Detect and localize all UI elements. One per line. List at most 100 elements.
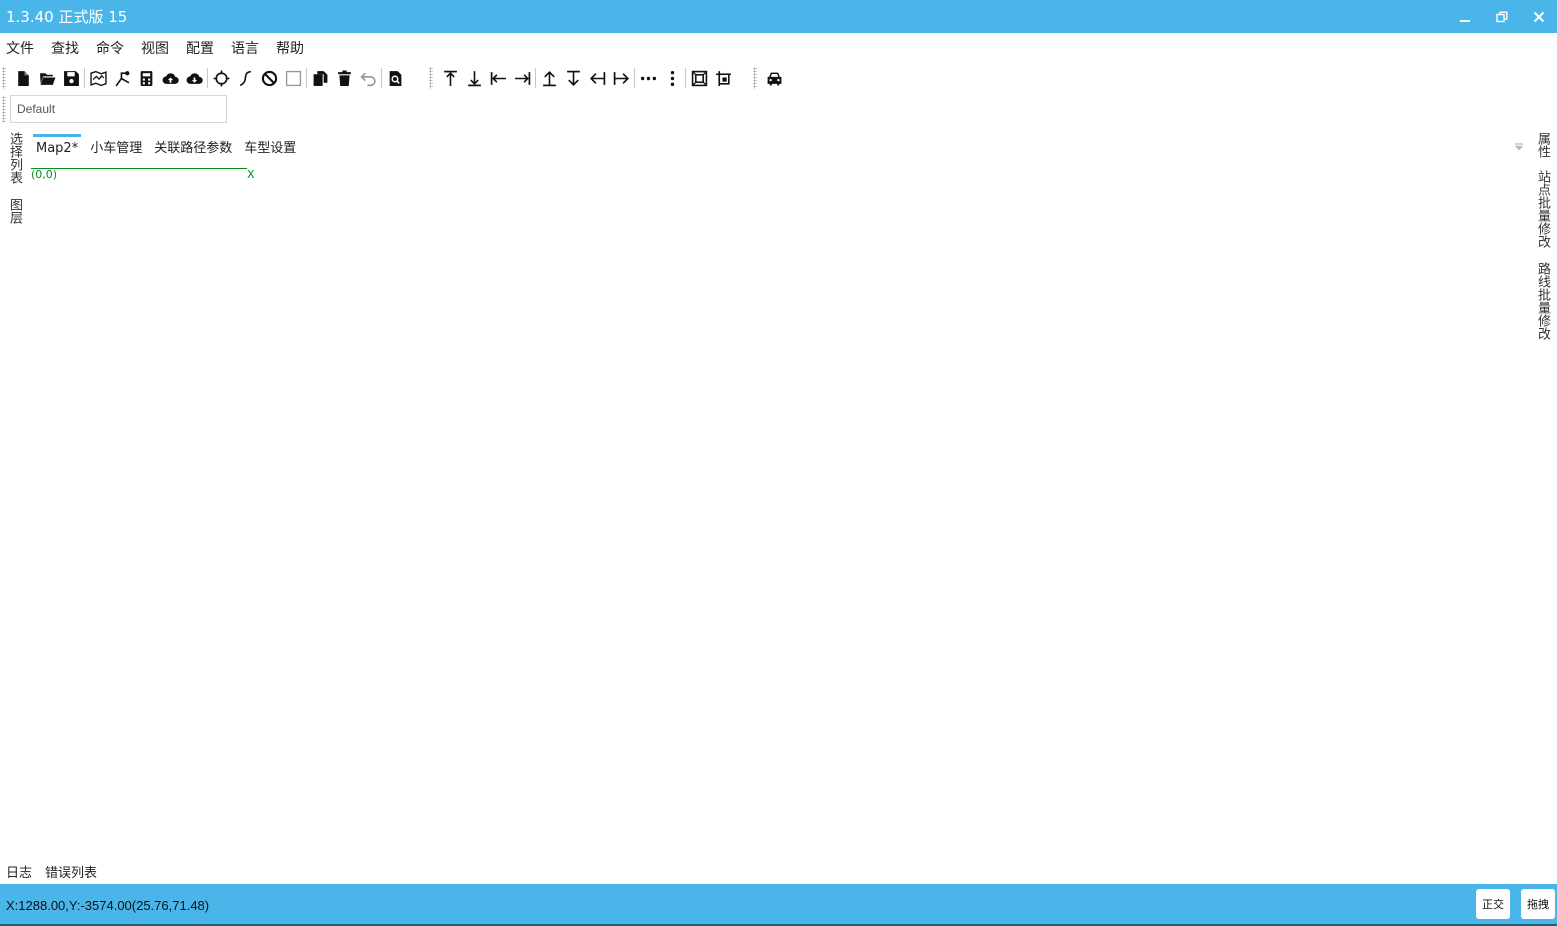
layers-tab[interactable]: 图层: [5, 198, 24, 224]
curve-button[interactable]: [233, 66, 257, 90]
ortho-toggle-button[interactable]: 正交: [1476, 889, 1510, 919]
new-file-button[interactable]: [11, 66, 35, 90]
calculator-button[interactable]: [134, 66, 158, 90]
open-folder-button[interactable]: [35, 66, 59, 90]
distribute-up-icon: [542, 70, 556, 86]
zoom-region-button[interactable]: [711, 66, 735, 90]
right-side-panel: 属性 站点批量修改 路线批量修改: [1533, 130, 1557, 360]
curve-icon: [239, 70, 251, 86]
title-bar: 1.3.40 正式版 15: [0, 0, 1557, 33]
cloud-upload-button[interactable]: [158, 66, 182, 90]
window-title: 1.3.40 正式版 15: [6, 8, 128, 26]
toolbar-grip[interactable]: [753, 67, 757, 89]
drag-toggle-button[interactable]: 拖拽: [1521, 889, 1555, 919]
error-list-tab[interactable]: 错误列表: [45, 862, 97, 881]
menu-language[interactable]: 语言: [231, 38, 259, 58]
distribute-down-icon: [566, 70, 580, 86]
toolbar-grip[interactable]: [2, 96, 6, 122]
menu-command[interactable]: 命令: [96, 38, 124, 58]
new-file-icon: [17, 70, 29, 86]
distribute-right-button[interactable]: [609, 66, 633, 90]
toolbar-grip[interactable]: [2, 67, 6, 89]
search-doc-button[interactable]: [383, 66, 407, 90]
menu-help[interactable]: 帮助: [276, 38, 304, 58]
toolbar-separator: [685, 68, 686, 88]
car-icon: [767, 72, 781, 85]
copy-icon: [313, 70, 327, 86]
save-button[interactable]: [59, 66, 83, 90]
more-vertical-button[interactable]: [660, 66, 684, 90]
path-tool-icon: [114, 70, 129, 86]
cloud-download-button[interactable]: [182, 66, 206, 90]
cursor-coordinates: X:1288.00,Y:-3574.00(25.76,71.48): [6, 897, 210, 913]
layer-input[interactable]: [10, 95, 227, 123]
selection-list-tab[interactable]: 选择列表: [5, 132, 24, 184]
toolbar-separator: [207, 68, 208, 88]
path-tool-button[interactable]: [110, 66, 134, 90]
tab-vehicle-type-settings[interactable]: 车型设置: [238, 137, 302, 160]
align-right-button[interactable]: [510, 66, 534, 90]
distribute-left-icon: [589, 71, 605, 85]
distribute-up-button[interactable]: [537, 66, 561, 90]
pin-icon[interactable]: [1513, 141, 1525, 153]
menu-view[interactable]: 视图: [141, 38, 169, 58]
restore-button[interactable]: [1483, 0, 1520, 33]
copy-button[interactable]: [308, 66, 332, 90]
crosshair-icon: [213, 70, 229, 86]
map-canvas[interactable]: [24, 166, 1514, 856]
distribute-down-button[interactable]: [561, 66, 585, 90]
zoom-region-icon: [715, 70, 731, 86]
fit-view-button[interactable]: [687, 66, 711, 90]
no-entry-icon: [261, 70, 277, 86]
document-tabs: Map2* 小车管理 关联路径参数 车型设置: [30, 134, 302, 160]
vehicle-button[interactable]: [762, 66, 786, 90]
undo-icon: [359, 72, 376, 86]
toolbar-grip[interactable]: [429, 67, 433, 89]
align-left-button[interactable]: [486, 66, 510, 90]
toolbar-separator: [535, 68, 536, 88]
log-tab[interactable]: 日志: [6, 862, 32, 881]
menu-find[interactable]: 查找: [51, 38, 79, 58]
more-horizontal-icon: [640, 76, 656, 80]
no-entry-button[interactable]: [257, 66, 281, 90]
delete-button[interactable]: [332, 66, 356, 90]
properties-tab[interactable]: 属性: [1533, 132, 1552, 158]
close-button[interactable]: [1520, 0, 1557, 33]
align-top-icon: [443, 70, 457, 86]
menu-config[interactable]: 配置: [186, 38, 214, 58]
layer-toolbar: [0, 95, 227, 123]
align-bottom-button[interactable]: [462, 66, 486, 90]
distribute-right-icon: [613, 71, 629, 85]
open-folder-icon: [39, 72, 55, 85]
map-button[interactable]: [86, 66, 110, 90]
crosshair-button[interactable]: [209, 66, 233, 90]
rectangle-button[interactable]: [281, 66, 305, 90]
station-batch-edit-tab[interactable]: 站点批量修改: [1533, 170, 1552, 248]
search-doc-icon: [389, 70, 401, 86]
align-top-button[interactable]: [438, 66, 462, 90]
save-icon: [63, 70, 79, 86]
restore-icon: [1495, 11, 1507, 22]
more-horizontal-button[interactable]: [636, 66, 660, 90]
minimize-icon: [1459, 19, 1470, 22]
distribute-left-button[interactable]: [585, 66, 609, 90]
window-controls: [1446, 0, 1557, 33]
tab-vehicle-management[interactable]: 小车管理: [84, 137, 148, 160]
tab-linked-path-params[interactable]: 关联路径参数: [148, 137, 238, 160]
tab-map2[interactable]: Map2*: [30, 134, 84, 160]
bottom-panel-tabs: 日志 错误列表: [6, 862, 110, 881]
left-side-panel: 选择列表 图层: [0, 130, 24, 250]
status-bar: X:1288.00,Y:-3574.00(25.76,71.48): [0, 884, 1557, 926]
menu-file[interactable]: 文件: [6, 38, 34, 58]
align-bottom-icon: [467, 70, 481, 86]
cloud-download-icon: [186, 72, 203, 84]
toolbar-separator: [381, 68, 382, 88]
more-vertical-icon: [670, 70, 674, 86]
map-icon: [89, 70, 107, 86]
route-batch-edit-tab[interactable]: 路线批量修改: [1533, 262, 1552, 340]
fit-view-icon: [691, 70, 707, 86]
close-icon: [1533, 11, 1544, 22]
minimize-button[interactable]: [1446, 0, 1483, 33]
rectangle-icon: [285, 70, 301, 86]
undo-button[interactable]: [356, 66, 380, 90]
